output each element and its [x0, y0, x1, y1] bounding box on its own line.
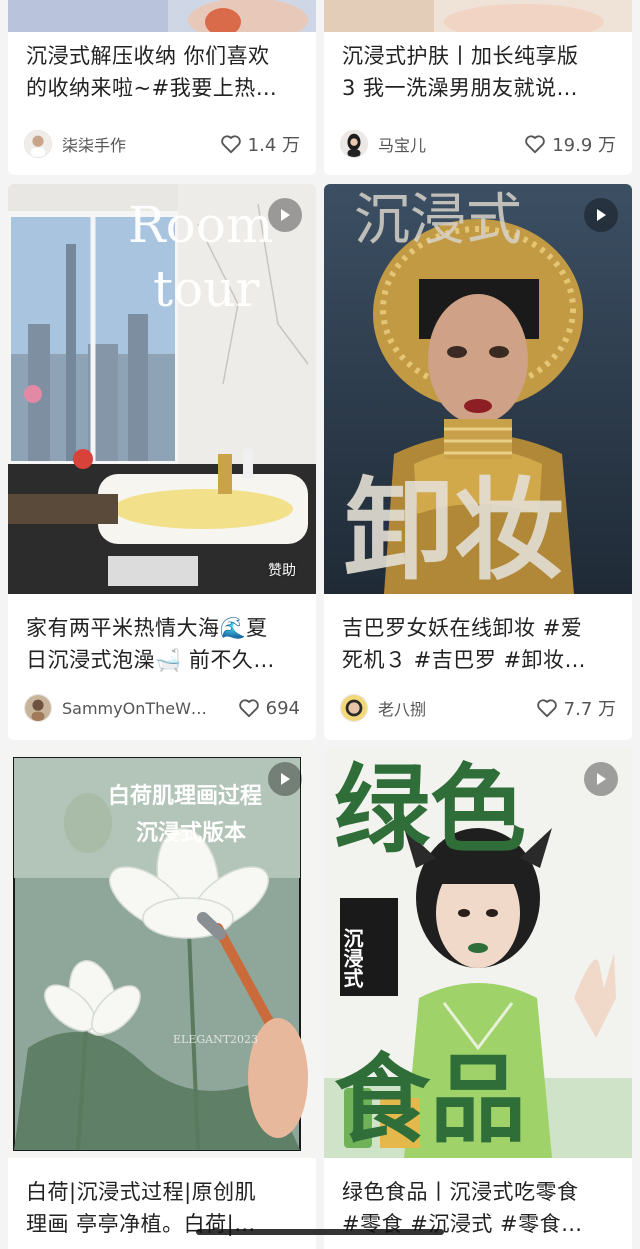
cover-text-line1: 白荷肌理画过程 [108, 783, 262, 809]
heart-outline-icon [220, 135, 241, 154]
video-play-badge [268, 198, 302, 232]
cover-text-top: 绿色 [334, 754, 526, 866]
heart-outline-icon [525, 135, 545, 154]
author-name[interactable]: 老八捌 [378, 696, 536, 720]
cover-text-tour: tour [153, 260, 259, 318]
sponsored-badge: 赞助 [268, 563, 296, 579]
note-card[interactable]: 沉浸式 卸妆 吉巴罗女妖在线卸妆 #爱 死机３ #吉巴罗 #卸妆… 老八捌 7.… [324, 184, 632, 740]
author-name[interactable]: 柒柒手作 [62, 132, 220, 156]
note-cover-image: 沉浸式 绿色 食品 [324, 748, 632, 1158]
author-avatar[interactable] [24, 130, 52, 158]
play-icon [281, 209, 290, 221]
home-indicator[interactable] [196, 1229, 444, 1235]
note-title: 沉浸式解压收纳 你们喜欢 的收纳来啦~#我要上热… [26, 44, 278, 100]
video-play-badge [584, 198, 618, 232]
cover-text-room: Room [128, 196, 273, 254]
cover-text-side: 沉浸式 [340, 928, 364, 988]
like-count: 7.7 万 [563, 699, 616, 720]
note-cover-image: Room tour 赞助 [8, 184, 316, 594]
notes-feed: 沉浸式解压收纳 你们喜欢 的收纳来啦~#我要上热… 柒柒手作 1.4 万 沉浸式… [0, 0, 640, 1249]
note-cover-image [8, 0, 316, 32]
video-play-badge [584, 762, 618, 796]
like-count: 694 [265, 697, 300, 719]
like-button[interactable]: 1.4 万 [220, 131, 300, 157]
author-avatar[interactable] [340, 694, 368, 722]
note-title: 沉浸式护肤丨加长纯享版 3 我一洗澡男朋友就说… [342, 44, 579, 100]
note-cover-image: 白荷肌理画过程 沉浸式版本 ELEGANT2023 [8, 748, 316, 1158]
heart-outline-icon [238, 699, 259, 718]
play-icon [597, 773, 606, 785]
like-button[interactable]: 7.7 万 [536, 695, 616, 721]
cover-watermark: ELEGANT2023 [173, 1033, 258, 1046]
note-card[interactable]: 沉浸式解压收纳 你们喜欢 的收纳来啦~#我要上热… 柒柒手作 1.4 万 [8, 0, 316, 175]
heart-outline-icon [536, 699, 557, 718]
play-icon [597, 209, 606, 221]
author-avatar[interactable] [340, 130, 368, 158]
note-card[interactable]: Room tour 赞助 家有两平米热情大海🌊夏 日沉浸式泡澡🛁 前不久… Sa… [8, 184, 316, 740]
note-title: 吉巴罗女妖在线卸妆 #爱 死机３ #吉巴罗 #卸妆… [342, 616, 587, 672]
note-title: 家有两平米热情大海🌊夏 日沉浸式泡澡🛁 前不久… [26, 616, 275, 672]
author-name[interactable]: 马宝儿 [378, 132, 524, 156]
note-meta: 柒柒手作 1.4 万 [24, 128, 300, 160]
note-card[interactable]: 白荷肌理画过程 沉浸式版本 ELEGANT2023 白荷|沉浸式过程|原创肌 理… [8, 748, 316, 1249]
note-cover-image: 沉浸式 卸妆 [324, 184, 632, 594]
like-button[interactable]: 694 [238, 698, 300, 719]
cover-text-top: 沉浸式 [354, 188, 522, 253]
cover-text-bottom: 食品 [334, 1044, 526, 1156]
note-cover-image [324, 0, 632, 32]
note-card[interactable]: 沉浸式护肤丨加长纯享版 3 我一洗澡男朋友就说… 马宝儿 19.9 万 [324, 0, 632, 175]
like-count: 1.4 万 [247, 135, 300, 156]
note-meta: SammyOnTheW… 694 [24, 692, 300, 724]
like-count: 19.9 万 [552, 135, 616, 156]
note-meta: 老八捌 7.7 万 [340, 692, 616, 724]
play-icon [281, 773, 290, 785]
cover-text-line2: 沉浸式版本 [136, 821, 246, 846]
cover-text-bottom: 卸妆 [344, 466, 564, 594]
author-name[interactable]: SammyOnTheW… [62, 699, 238, 718]
author-avatar[interactable] [24, 694, 52, 722]
like-button[interactable]: 19.9 万 [524, 131, 616, 157]
note-meta: 马宝儿 19.9 万 [340, 128, 616, 160]
note-card[interactable]: 沉浸式 绿色 食品 绿色食品丨沉浸式吃零食 #零食 #沉浸式 #零食… [324, 748, 632, 1249]
video-play-badge [268, 762, 302, 796]
